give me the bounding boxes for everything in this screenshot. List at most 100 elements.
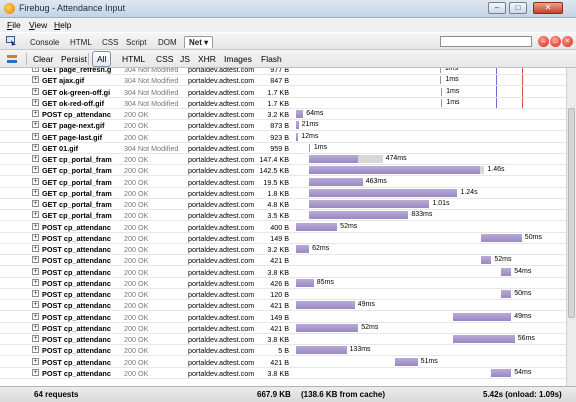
detach-panel-icon[interactable]: □ [550, 36, 561, 47]
request-row[interactable]: + POST cp_attendanc 200 OK portaldev.adtest… [0, 255, 576, 267]
expand-row-icon[interactable]: + [32, 368, 39, 376]
expand-row-icon[interactable]: + [32, 278, 39, 286]
request-row[interactable]: + POST cp_attendanc 200 OK portaldev.adtest… [0, 244, 576, 255]
request-row[interactable]: + POST cp_attendanc 200 OK portaldev.adtest… [0, 233, 576, 244]
expand-row-icon[interactable]: + [32, 346, 39, 354]
expand-row-icon[interactable]: + [32, 87, 39, 95]
vertical-scrollbar[interactable] [566, 68, 576, 386]
window-titlebar: Firebug - Attendance Input – □ ✕ [0, 0, 576, 18]
request-row[interactable]: + POST cp_attendanc 200 OK portaldev.adtest… [0, 323, 576, 334]
request-row[interactable]: + GET page-last.gif 200 OK portaldev.adtest… [0, 132, 576, 143]
expand-row-icon[interactable]: + [32, 323, 39, 331]
close-panel-icon[interactable]: × [562, 36, 573, 47]
request-status: 304 Not Modified [124, 68, 179, 74]
filter-all-button[interactable]: All [92, 51, 112, 67]
expand-row-icon[interactable]: + [32, 357, 39, 365]
tab-css[interactable]: CSS [102, 38, 118, 47]
expand-row-icon[interactable]: + [32, 290, 39, 297]
filter-images-button[interactable]: Images [224, 54, 252, 64]
tab-html[interactable]: HTML [70, 38, 92, 47]
request-row[interactable]: + POST cp_attendanc 200 OK portaldev.adtest… [0, 357, 576, 368]
request-url: POST cp_attendanc [42, 233, 111, 243]
request-row[interactable]: + GET cp_portal_fram 200 OK portaldev.adtes… [0, 154, 576, 165]
request-row[interactable]: + POST cp_attendanc 200 OK portaldev.adtest… [0, 345, 576, 357]
expand-row-icon[interactable]: + [32, 233, 39, 241]
search-input[interactable] [440, 36, 532, 47]
filter-flash-button[interactable]: Flash [261, 54, 282, 64]
minimize-panel-icon[interactable]: – [538, 36, 549, 47]
expand-row-icon[interactable]: + [32, 267, 39, 275]
request-row[interactable]: + POST cp_attendanc 200 OK portaldev.adtest… [0, 109, 576, 120]
request-row[interactable]: + GET ok-green-off.gi 304 Not Modified port… [0, 87, 576, 98]
request-row[interactable]: + POST cp_attendanc 200 OK portaldev.adtest… [0, 289, 576, 300]
expand-row-icon[interactable]: + [32, 256, 39, 264]
request-row[interactable]: + GET cp_portal_fram 200 OK portaldev.adtes… [0, 188, 576, 199]
tab-dom[interactable]: DOM [158, 38, 177, 47]
request-row[interactable]: + GET cp_portal_fram 200 OK portaldev.adtes… [0, 199, 576, 210]
expand-row-icon[interactable]: + [32, 211, 39, 219]
request-status: 304 Not Modified [124, 143, 179, 153]
request-row[interactable]: + POST cp_attendanc 200 OK portaldev.adtest… [0, 368, 576, 379]
maximize-button[interactable]: □ [509, 2, 527, 14]
expand-row-icon[interactable]: + [32, 177, 39, 185]
close-window-button[interactable]: ✕ [533, 2, 563, 14]
menu-file[interactable]: File [7, 20, 21, 30]
expand-row-icon[interactable]: + [32, 143, 39, 151]
expand-row-icon[interactable]: + [32, 245, 39, 252]
request-url: GET page-last.gif [42, 132, 103, 142]
filter-css-button[interactable]: CSS [156, 54, 173, 64]
expand-row-icon[interactable]: + [32, 76, 39, 84]
toolbar-separator [26, 53, 27, 65]
menu-view[interactable]: View [29, 20, 47, 30]
inspect-icon[interactable] [6, 36, 17, 46]
request-time-label: 51ms [420, 357, 438, 365]
expand-row-icon[interactable]: + [32, 121, 39, 129]
filter-js-button[interactable]: JS [180, 54, 190, 64]
expand-row-icon[interactable]: + [32, 68, 39, 72]
request-row[interactable]: + GET cp_portal_fram 200 OK portaldev.adtes… [0, 165, 576, 177]
request-row[interactable]: + GET ok-red-off.gif 304 Not Modified porta… [0, 98, 576, 109]
request-domain: portaldev.adtest.com [188, 200, 255, 209]
expand-row-icon[interactable]: + [32, 155, 39, 162]
filter-html-button[interactable]: HTML [122, 54, 145, 64]
expand-row-icon[interactable]: + [32, 188, 39, 196]
request-row[interactable]: + GET cp_portal_fram 200 OK portaldev.adtes… [0, 210, 576, 222]
request-row[interactable]: + POST cp_attendanc 200 OK portaldev.adtest… [0, 312, 576, 323]
request-status: 200 OK [124, 166, 149, 176]
request-row[interactable]: + GET 01.gif 304 Not Modified portaldev.adt… [0, 143, 576, 154]
expand-row-icon[interactable]: + [32, 301, 39, 309]
request-row[interactable]: + POST cp_attendanc 200 OK portaldev.adtest… [0, 300, 576, 312]
request-size: 5 B [278, 346, 289, 356]
expand-row-icon[interactable]: + [32, 312, 39, 320]
minimize-button[interactable]: – [488, 2, 506, 14]
request-row[interactable]: + POST cp_attendanc 200 OK portaldev.adtest… [0, 222, 576, 233]
request-row[interactable]: + POST cp_attendanc 200 OK portaldev.adtest… [0, 334, 576, 345]
expand-row-icon[interactable]: + [32, 98, 39, 106]
request-row[interactable]: + GET ajax.gif 304 Not Modified portaldev.a… [0, 75, 576, 87]
expand-row-icon[interactable]: + [32, 166, 39, 174]
clear-button[interactable]: Clear [33, 54, 53, 64]
expand-row-icon[interactable]: + [32, 222, 39, 230]
expand-row-icon[interactable]: + [32, 132, 39, 140]
request-row[interactable]: + POST cp_attendanc 200 OK portaldev.adtest… [0, 278, 576, 289]
filter-xhr-button[interactable]: XHR [198, 54, 216, 64]
expand-row-icon[interactable]: + [32, 200, 39, 207]
tab-net[interactable]: Net ▾ [184, 36, 214, 48]
request-size: 1.7 KB [267, 87, 289, 97]
request-url: POST cp_attendanc [42, 301, 111, 311]
request-row[interactable]: + GET page-next.gif 200 OK portaldev.adtest… [0, 120, 576, 132]
expand-row-icon[interactable]: + [32, 335, 39, 342]
menu-help[interactable]: Help [54, 20, 71, 30]
request-row[interactable]: + POST cp_attendanc 200 OK portaldev.adtest… [0, 267, 576, 278]
net-menu-icon[interactable] [7, 54, 17, 64]
scrollbar-thumb[interactable] [568, 108, 575, 318]
tab-console[interactable]: Console [30, 38, 59, 47]
request-domain: portaldev.adtest.com [188, 76, 255, 86]
request-domain: portaldev.adtest.com [188, 222, 255, 232]
tab-script[interactable]: Script [126, 38, 146, 47]
persist-button[interactable]: Persist [61, 54, 87, 64]
request-row[interactable]: + GET cp_portal_fram 200 OK portaldev.adtes… [0, 177, 576, 188]
request-domain: portaldev.adtest.com [188, 166, 255, 176]
request-row[interactable]: + GET page_refresh.g 304 Not Modified porta… [0, 68, 576, 75]
expand-row-icon[interactable]: + [32, 110, 39, 117]
